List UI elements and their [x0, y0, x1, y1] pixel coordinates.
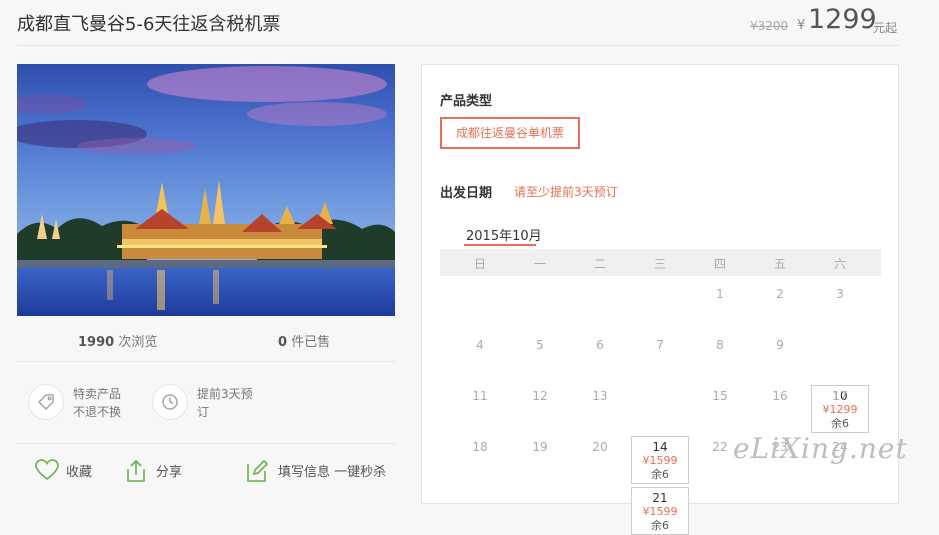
calendar-day-number: 14	[652, 440, 668, 454]
calendar-day: 5	[536, 338, 544, 352]
fill-info-button[interactable]: 填写信息 一键秒杀	[278, 461, 386, 480]
calendar-day: 15	[712, 389, 728, 403]
calendar-day-price: ¥1599	[642, 454, 678, 467]
currency-symbol: ¥	[797, 18, 806, 33]
calendar-day: 9	[776, 338, 784, 352]
weekday-label: 四	[713, 257, 726, 271]
weekday-label: 三	[653, 257, 666, 271]
tag-icon	[28, 384, 64, 420]
sold-count: 0	[278, 335, 288, 350]
calendar-day-number: 21	[652, 491, 668, 505]
calendar-day-price: ¥1599	[642, 505, 678, 518]
feature-special-sale-line1: 特卖产品	[73, 387, 122, 401]
weekday-label: 五	[773, 257, 786, 271]
product-type-label: 产品类型	[440, 94, 493, 109]
product-title: 成都直飞曼谷5-6天往返含税机票	[17, 14, 281, 35]
calendar-day: 17	[832, 389, 848, 403]
product-option-button[interactable]: 成都往返曼谷单机票	[440, 117, 580, 149]
calendar-day-price: ¥1299	[822, 403, 858, 416]
advance-booking-note: 请至少提前3天预订	[514, 185, 618, 199]
favorite-button[interactable]: 收藏	[66, 461, 92, 480]
share-button[interactable]: 分享	[156, 461, 182, 480]
clock-icon	[152, 384, 188, 420]
feature-advance-line1: 提前3天预	[197, 387, 253, 401]
calendar-day-remaining: 余6	[831, 417, 849, 430]
views-count: 1990	[78, 335, 115, 350]
features-divider	[17, 443, 395, 444]
calendar-day: 4	[476, 338, 484, 352]
weekday-label: 二	[593, 257, 606, 271]
header-divider	[17, 45, 899, 46]
edit-icon[interactable]	[245, 459, 269, 487]
calendar-day: 11	[472, 389, 488, 403]
calendar-day-remaining: 余6	[651, 468, 669, 481]
feature-advance-line2: 订	[197, 405, 210, 419]
calendar-day: 1	[716, 287, 724, 301]
original-price: ¥3200	[750, 19, 789, 33]
calendar-day: 16	[772, 389, 788, 403]
calendar-day: 8	[716, 338, 724, 352]
calendar-day: 20	[592, 440, 608, 454]
feature-special-sale: 特卖产品 不退不换	[73, 385, 121, 421]
calendar-day: 13	[592, 389, 608, 403]
calendar-day-remaining: 余6	[651, 519, 669, 532]
sold-stat: 0 件已售	[278, 331, 330, 350]
calendar-day: 3	[836, 287, 844, 301]
views-label: 次浏览	[118, 335, 158, 350]
site-watermark: eLiXing.net	[733, 432, 908, 465]
heart-icon[interactable]	[35, 459, 59, 485]
views-stat: 1990 次浏览	[78, 331, 157, 350]
stats-divider	[17, 361, 395, 362]
current-price: 1299	[808, 4, 877, 35]
feature-advance-booking: 提前3天预 订	[197, 385, 253, 421]
calendar-day: 19	[532, 440, 548, 454]
product-photo	[17, 64, 395, 316]
feature-special-sale-line2: 不退不换	[73, 405, 122, 419]
departure-date-label: 出发日期	[440, 186, 493, 201]
calendar-day: 18	[472, 440, 488, 454]
calendar-day: 7	[656, 338, 664, 352]
share-icon[interactable]	[124, 459, 148, 487]
calendar-day: 2	[776, 287, 784, 301]
calendar-month[interactable]: 2015年10月	[466, 225, 542, 244]
weekday-label: 一	[533, 257, 546, 271]
weekday-label: 日	[473, 257, 486, 271]
price-unit: 元起	[873, 21, 898, 35]
calendar-month-underline	[464, 244, 536, 246]
calendar-day-available[interactable]: 21 ¥1599 余6	[631, 487, 689, 535]
calendar-day-available[interactable]: 14 ¥1599 余6	[631, 436, 689, 484]
sold-label: 件已售	[291, 335, 331, 350]
calendar-day: 6	[596, 338, 604, 352]
calendar-day: 12	[532, 389, 548, 403]
weekday-label: 六	[833, 257, 846, 271]
